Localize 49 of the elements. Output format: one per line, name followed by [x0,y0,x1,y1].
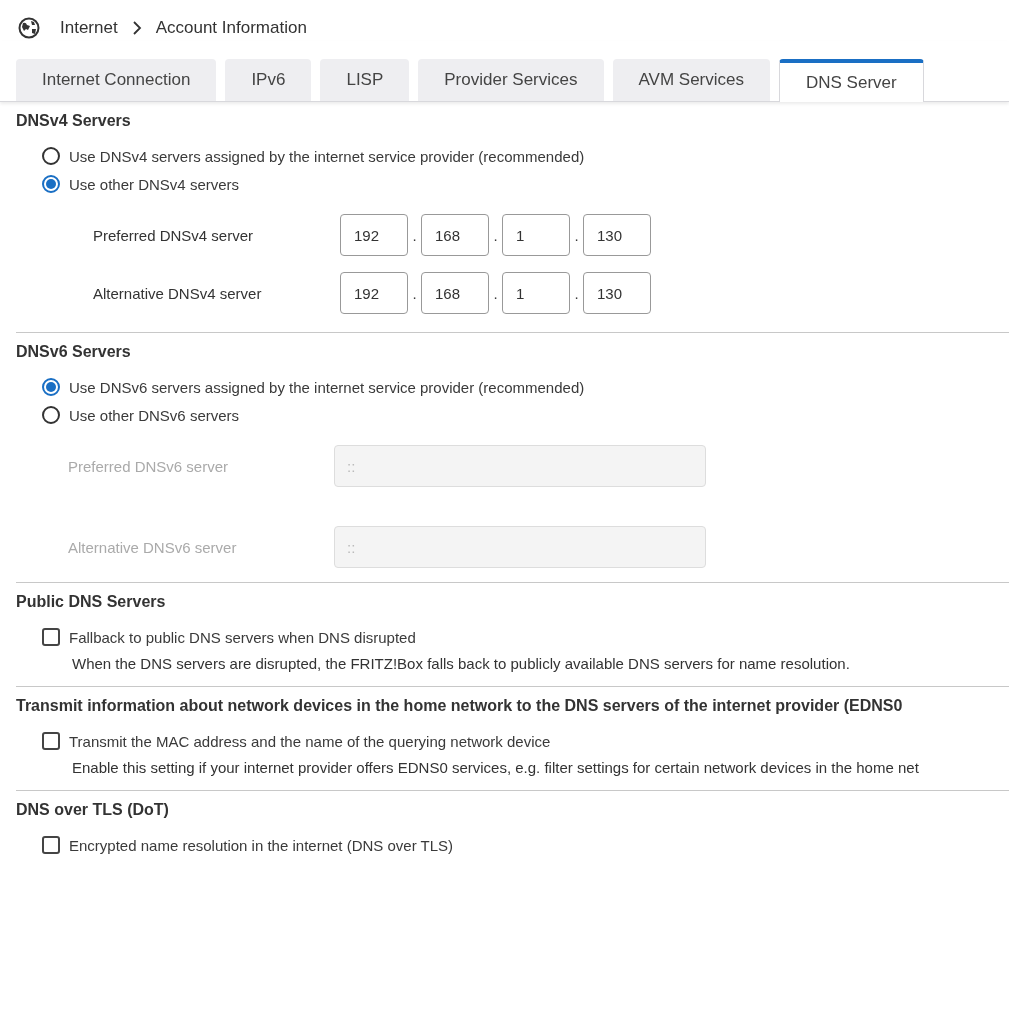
radio-button[interactable] [42,147,60,165]
separator-dot: . [573,284,580,302]
octet-field[interactable]: 168 [421,272,489,314]
option-label: Use other DNSv6 servers [69,406,240,424]
field-label: Preferred DNSv4 server [92,226,255,244]
checkbox-label: Encrypted name resolution in the internet (DNS over TLS) [69,836,454,854]
option-label: Use DNSv6 servers assigned by the internet service provider (recommended) [69,378,585,396]
option-label: Use DNSv4 servers assigned by the internet service provider (recommended) [69,147,585,165]
radio-button[interactable] [42,175,60,193]
chevron-right-icon [131,21,142,35]
octet-field[interactable]: 1 [502,272,570,314]
checkbox[interactable] [42,732,60,750]
field-label: Preferred DNSv6 server [67,457,230,475]
octet-field[interactable]: 168 [421,214,489,256]
section-title: DNS over TLS (DoT) [16,800,170,820]
separator-dot: . [411,226,418,244]
section-title: DNSv6 Servers [16,342,132,362]
section-title: DNSv4 Servers [16,111,132,131]
field-label: Alternative DNSv4 server [92,284,263,302]
separator-dot: . [492,284,499,302]
octet-field[interactable]: 192 [340,272,408,314]
tab[interactable]: IPv6 [225,59,312,101]
option-description: When the DNS servers are disrupted, the FRITZ!Box falls back to publicly available DNS servers for name resolution. [71,654,851,672]
section-title: Public DNS Servers [16,592,167,612]
option-label: Use other DNSv4 servers [69,175,240,193]
tab[interactable]: LISP [320,59,410,101]
tab[interactable]: DNS Server [779,59,924,102]
section-title: Transmit information about network devices in the home network to the DNS servers of the internet provider (EDNS0 [16,696,904,716]
breadcrumb-item[interactable]: Account Information [155,18,307,38]
tab[interactable]: Provider Services [418,59,604,101]
checkbox-label: Transmit the MAC address and the name of the querying network device [69,732,551,750]
field-label: Alternative DNSv6 server [67,538,238,556]
radio-button[interactable] [42,378,60,396]
octet-field[interactable]: 130 [583,272,651,314]
tab[interactable]: AVM Services [612,59,770,101]
separator-dot: . [411,284,418,302]
separator-dot: . [573,226,580,244]
octet-field[interactable]: 130 [583,214,651,256]
globe-icon [18,17,40,39]
octet-field[interactable]: 192 [340,214,408,256]
checkbox[interactable] [42,836,60,854]
option-description: Enable this setting if your internet provider offers EDNS0 services, e.g. filter settings for certain network devices in the home net [71,758,920,776]
octet-field[interactable]: 1 [502,214,570,256]
checkbox-label: Fallback to public DNS servers when DNS disrupted [69,628,416,646]
checkbox[interactable] [42,628,60,646]
radio-button[interactable] [42,406,60,424]
breadcrumb-item[interactable]: Internet [60,18,118,38]
separator-dot: . [492,226,499,244]
tab[interactable]: Internet Connection [16,59,217,101]
